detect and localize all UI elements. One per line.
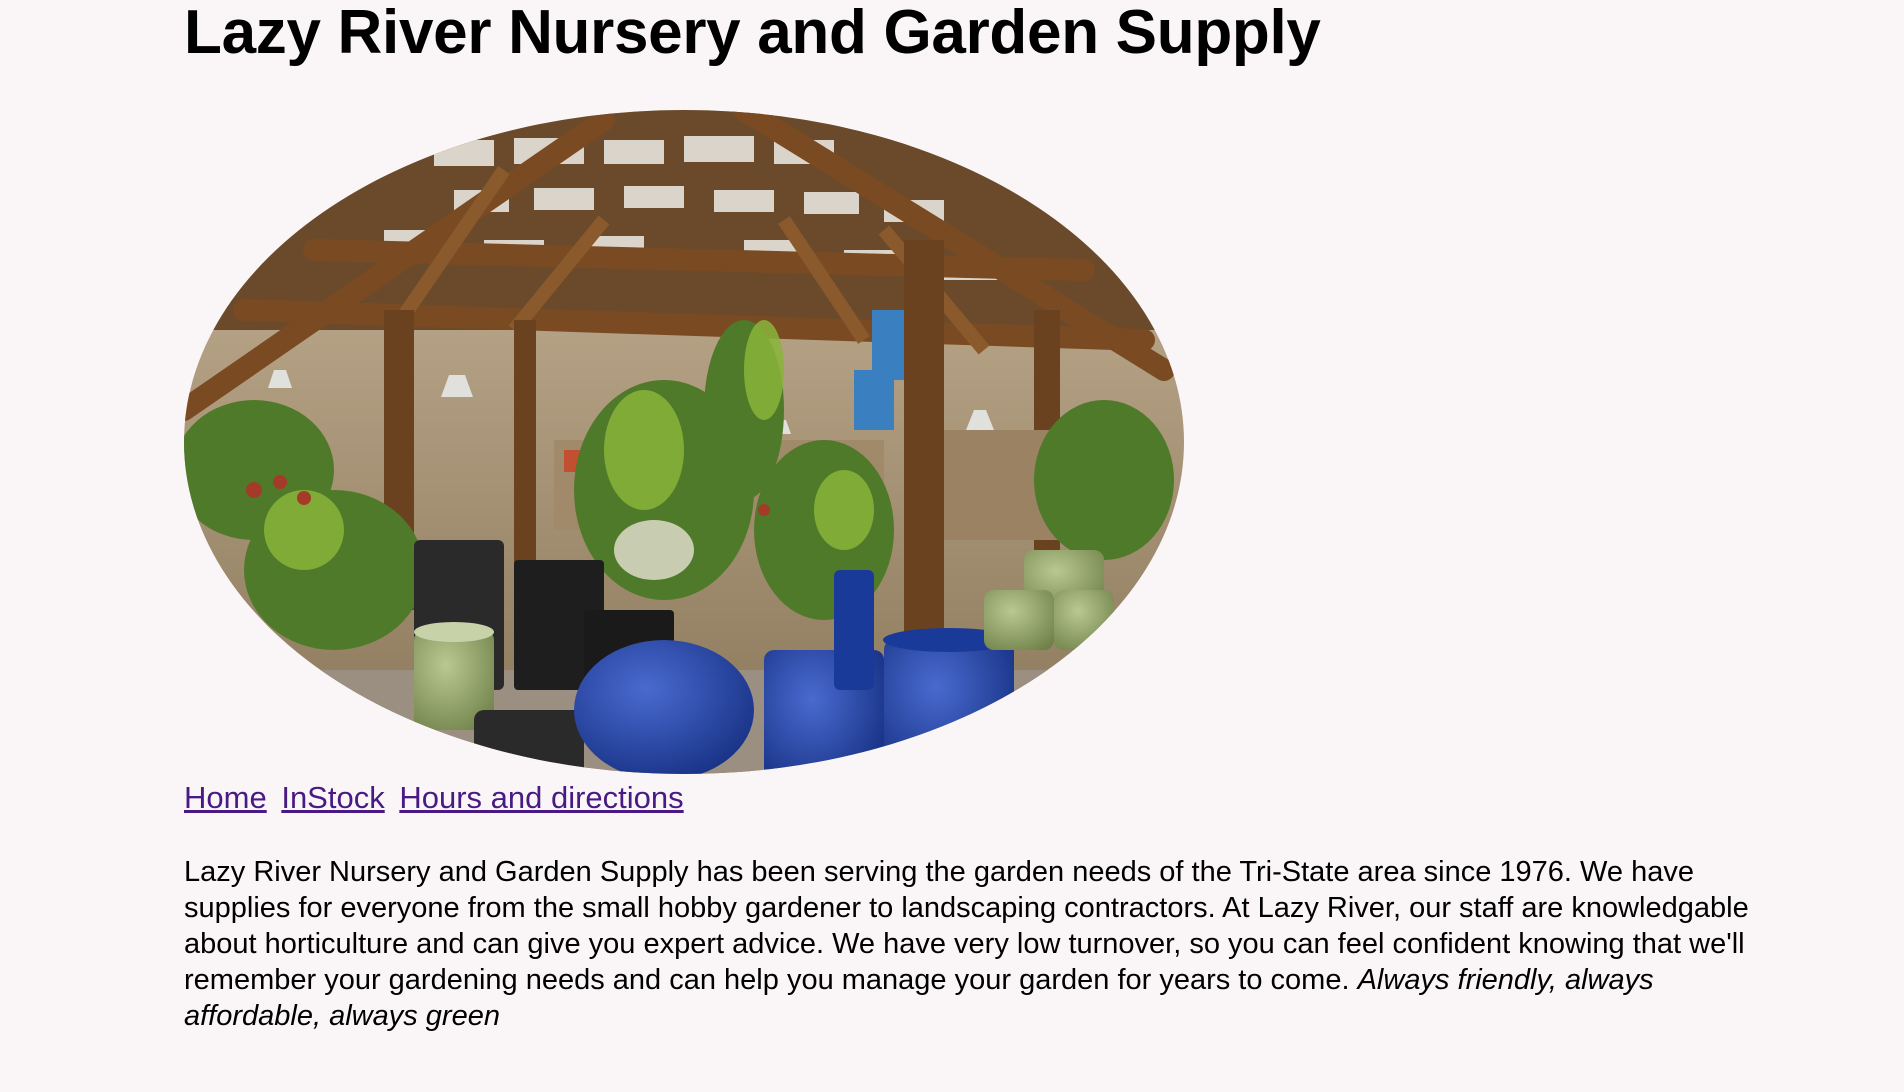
nav-link-instock[interactable]: InStock <box>281 780 384 815</box>
page-title: Lazy River Nursery and Garden Supply <box>184 0 1321 67</box>
nav-link-home[interactable]: Home <box>184 780 267 815</box>
nav-link-hours-directions[interactable]: Hours and directions <box>399 780 683 815</box>
about-paragraph: Lazy River Nursery and Garden Supply has… <box>184 854 1784 1034</box>
main-nav: Home InStock Hours and directions <box>184 780 1784 816</box>
page-content: Lazy River Nursery and Garden Supply Hom… <box>184 0 1784 1034</box>
hero-image <box>184 110 1184 774</box>
